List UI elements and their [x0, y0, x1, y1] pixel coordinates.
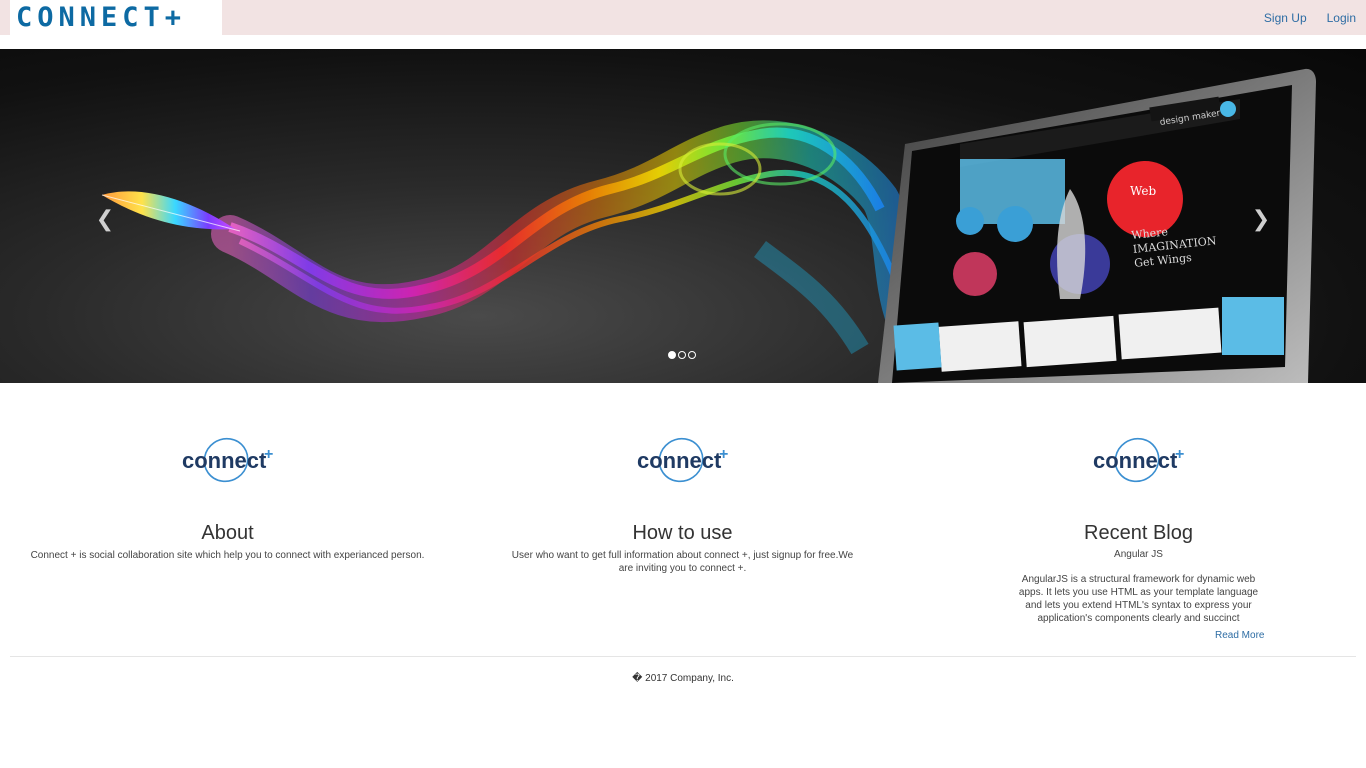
feather-shape [101, 191, 241, 232]
read-more-link[interactable]: Read More [1215, 630, 1264, 641]
blog-post-excerpt: AngularJS is a structural framework for … [1018, 574, 1259, 624]
login-link[interactable]: Login [1327, 11, 1356, 25]
carousel-indicator-2[interactable] [678, 351, 686, 359]
footer-divider [10, 656, 1356, 657]
blog-post-title: Angular JS [1114, 549, 1163, 560]
connect-logo: connect + [455, 430, 910, 490]
how-to-use-title: How to use [632, 522, 733, 544]
svg-text:connect: connect [637, 448, 722, 473]
brand-logo[interactable]: CONNECT+ [10, 0, 222, 35]
brand-name: CONNECT+ [16, 2, 187, 33]
svg-text:Web: Web [1130, 184, 1156, 198]
navbar: CONNECT+ Sign Up Login [0, 0, 1366, 35]
carousel-slide-image: design maker Web Where IMAGINATION Get W… [101, 68, 1316, 383]
svg-text:+: + [719, 446, 728, 463]
how-to-use-text: User who want to get full information ab… [511, 550, 854, 574]
about-title: About [201, 522, 254, 544]
carousel-indicator-3[interactable] [688, 351, 696, 359]
hero-carousel: design maker Web Where IMAGINATION Get W… [0, 49, 1366, 383]
about-text: Connect + is social collaboration site w… [30, 550, 425, 561]
chevron-left-icon: ❮ [95, 206, 115, 231]
nav-links: Sign Up Login [1264, 0, 1356, 35]
connect-logo: connect + [911, 430, 1366, 490]
svg-text:+: + [1175, 446, 1184, 463]
about-section: connect + About Connect + is social coll… [0, 430, 455, 562]
recent-blog-section: connect + Recent Blog Angular JS Angular… [911, 430, 1366, 641]
recent-blog-title: Recent Blog [1084, 522, 1193, 544]
carousel-prev-button[interactable]: ❮ [93, 204, 117, 234]
svg-text:+: + [264, 446, 273, 463]
carousel-indicator-1[interactable] [668, 351, 676, 359]
chevron-right-icon: ❯ [1251, 206, 1271, 231]
signup-link[interactable]: Sign Up [1264, 11, 1307, 25]
connect-logo-icon: connect + [1093, 437, 1184, 483]
connect-logo-icon: connect + [182, 437, 273, 483]
how-to-use-section: connect + How to use User who want to ge… [455, 430, 910, 575]
svg-text:connect: connect [1093, 448, 1178, 473]
carousel-next-button[interactable]: ❯ [1249, 204, 1273, 234]
rainbow-ribbon [211, 120, 924, 355]
carousel-indicators [668, 351, 696, 359]
connect-logo: connect + [0, 430, 455, 490]
connect-logo-icon: connect + [637, 437, 728, 483]
svg-text:connect: connect [182, 448, 267, 473]
footer-copyright: � 2017 Company, Inc. [632, 673, 734, 684]
